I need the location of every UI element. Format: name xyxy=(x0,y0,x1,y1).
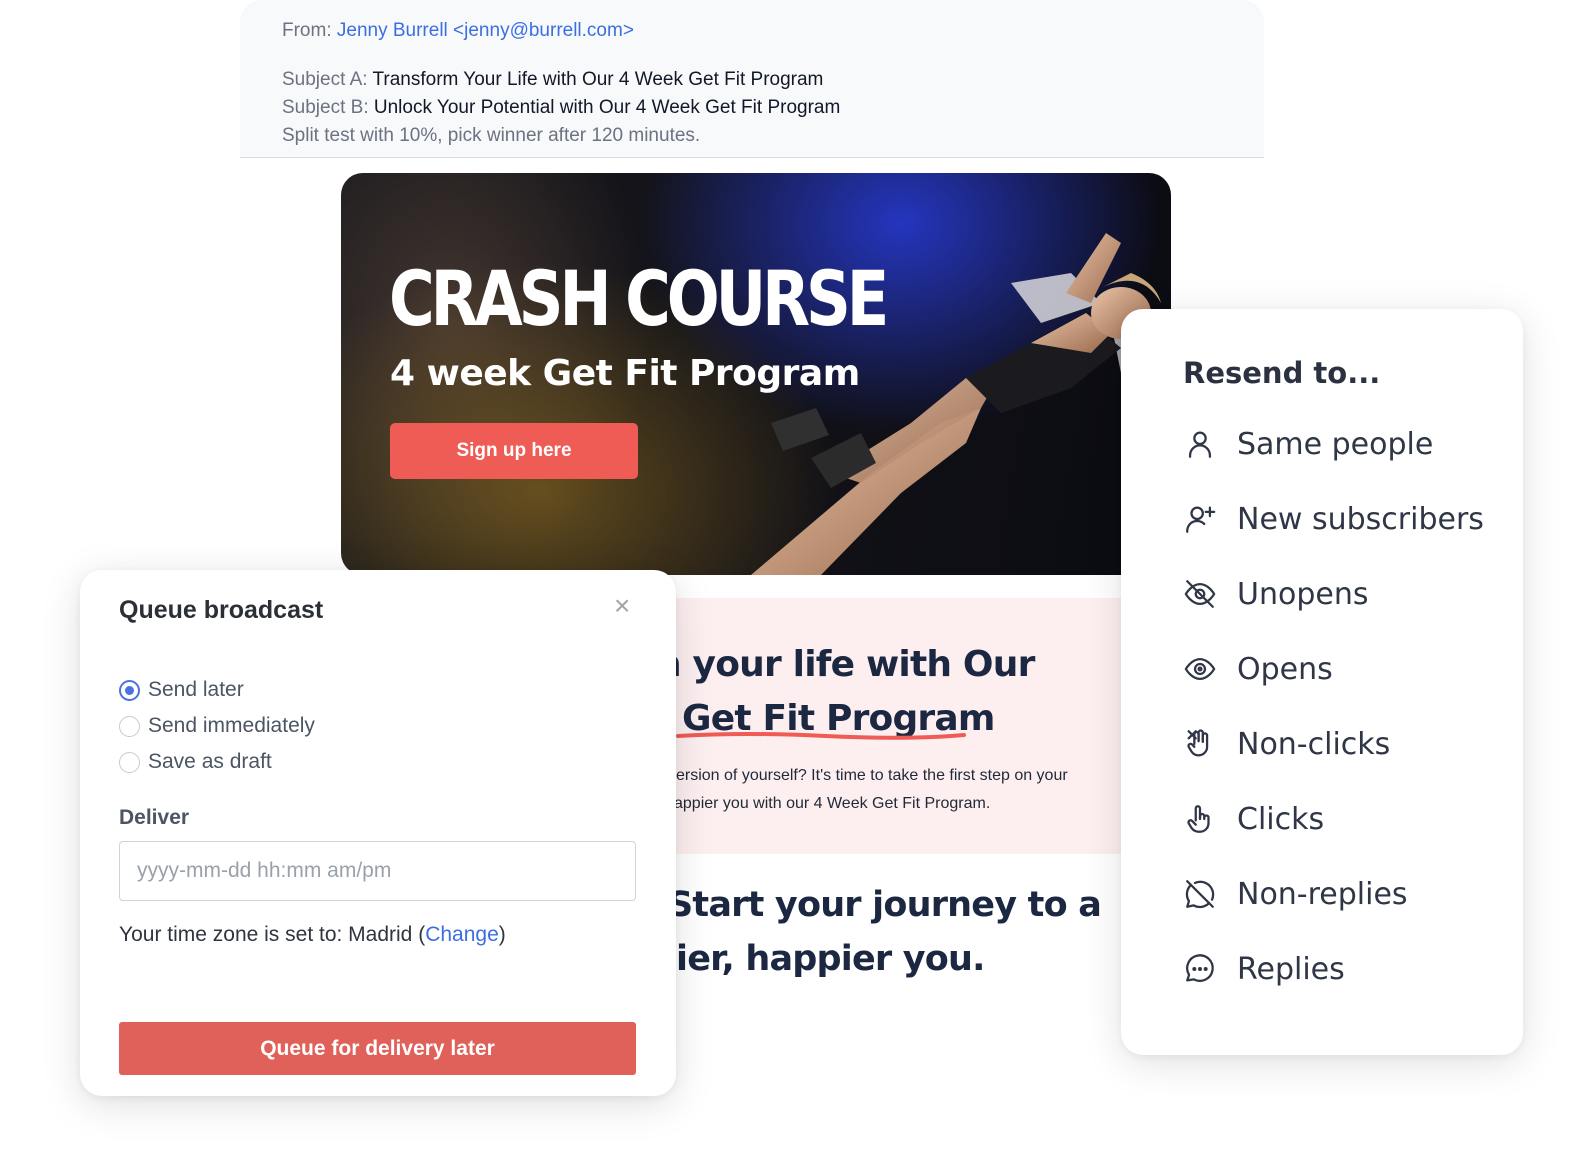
hero-title: CRASH COURSE xyxy=(389,254,889,343)
resend-new-subscribers[interactable]: New subscribers xyxy=(1183,497,1484,541)
eye-off-icon xyxy=(1184,580,1216,608)
option-send-immediately[interactable]: Send immediately xyxy=(119,714,315,738)
subject-a-value: Transform Your Life with Our 4 Week Get … xyxy=(372,69,824,90)
promo-body: ersion of yourself? It's time to take th… xyxy=(676,762,1126,818)
resend-item-label: Clicks xyxy=(1237,801,1325,837)
resend-item-label: New subscribers xyxy=(1237,501,1484,537)
option-label: Send later xyxy=(148,678,244,701)
subject-a-line: Subject A: Transform Your Life with Our … xyxy=(282,69,823,91)
promo-body-line2: appier you with our 4 Week Get Fit Progr… xyxy=(676,795,991,812)
promo-body-line1: ersion of yourself? It's time to take th… xyxy=(676,767,1068,784)
promo-section: n your life with Our Get Fit Program ers… xyxy=(676,598,1126,854)
deliver-label: Deliver xyxy=(119,806,190,829)
user-icon xyxy=(1188,431,1212,458)
promo-heading-line1: n your life with Our xyxy=(676,644,1035,685)
radio-selected-icon[interactable] xyxy=(119,679,140,701)
option-label: Save as draft xyxy=(148,750,272,773)
resend-title: Resend to... xyxy=(1183,356,1381,390)
option-label: Send immediately xyxy=(148,714,315,737)
resend-opens[interactable]: Opens xyxy=(1183,647,1333,691)
resend-clicks[interactable]: Clicks xyxy=(1183,797,1324,841)
subject-a-label: Subject A: xyxy=(282,69,368,90)
option-save-as-draft[interactable]: Save as draft xyxy=(119,750,272,774)
from-value[interactable]: Jenny Burrell <jenny@burrell.com> xyxy=(337,20,634,41)
resend-item-label: Non-replies xyxy=(1237,876,1408,912)
resend-item-label: Replies xyxy=(1237,951,1345,987)
subject-b-value: Unlock Your Potential with Our 4 Week Ge… xyxy=(373,97,841,118)
deliver-datetime-input[interactable] xyxy=(119,841,636,901)
message-off-icon xyxy=(1185,880,1215,909)
pointer-hand-icon xyxy=(1187,805,1210,833)
hand-cross-icon xyxy=(1187,729,1209,757)
timezone-info: Your time zone is set to: Madrid (Change… xyxy=(119,923,506,947)
timezone-suffix: ) xyxy=(498,923,506,946)
resend-same-people[interactable]: Same people xyxy=(1183,422,1433,466)
resend-unopens[interactable]: Unopens xyxy=(1183,572,1368,616)
resend-item-label: Opens xyxy=(1237,651,1333,687)
queue-for-delivery-button[interactable]: Queue for delivery later xyxy=(119,1022,636,1075)
queue-broadcast-modal: Queue broadcast × Send later Send immedi… xyxy=(80,570,676,1096)
subject-b-line: Subject B: Unlock Your Potential with Ou… xyxy=(282,97,840,119)
email-header: From: Jenny Burrell <jenny@burrell.com> … xyxy=(240,0,1264,158)
from-label: From: xyxy=(282,20,332,41)
hero-banner: CRASH COURSE 4 week Get Fit Program Sign… xyxy=(341,173,1171,575)
change-timezone-link[interactable]: Change xyxy=(425,923,499,946)
subject-b-label: Subject B: xyxy=(282,97,369,118)
modal-title: Queue broadcast xyxy=(119,596,324,624)
resend-non-clicks[interactable]: Non-clicks xyxy=(1183,722,1390,766)
journey-line2: ier, happier you. xyxy=(676,939,985,979)
resend-non-replies[interactable]: Non-replies xyxy=(1183,872,1408,916)
sign-up-button[interactable]: Sign up here xyxy=(390,423,638,479)
resend-item-label: Same people xyxy=(1237,426,1434,462)
radio-icon[interactable] xyxy=(119,751,140,773)
hero-subtitle: 4 week Get Fit Program xyxy=(390,353,860,394)
eye-icon xyxy=(1184,657,1216,681)
radio-icon[interactable] xyxy=(119,715,140,737)
resend-replies[interactable]: Replies xyxy=(1183,947,1345,991)
split-test-info: Split test with 10%, pick winner after 1… xyxy=(282,125,701,146)
resend-item-label: Unopens xyxy=(1237,576,1369,612)
message-dots-icon xyxy=(1186,954,1214,982)
option-send-later[interactable]: Send later xyxy=(119,678,244,702)
user-plus-icon xyxy=(1186,506,1216,533)
resend-item-label: Non-clicks xyxy=(1237,726,1391,762)
underline-decoration xyxy=(676,732,966,740)
journey-line1: Start your journey to a xyxy=(668,885,1102,925)
resend-panel: Resend to... Same people New subscribers… xyxy=(1121,309,1523,1055)
from-line: From: Jenny Burrell <jenny@burrell.com> xyxy=(282,20,634,42)
journey-heading: Start your journey to a ier, happier you… xyxy=(668,878,1108,986)
close-icon[interactable]: × xyxy=(614,592,630,620)
timezone-prefix: Your time zone is set to: Madrid ( xyxy=(119,923,426,946)
